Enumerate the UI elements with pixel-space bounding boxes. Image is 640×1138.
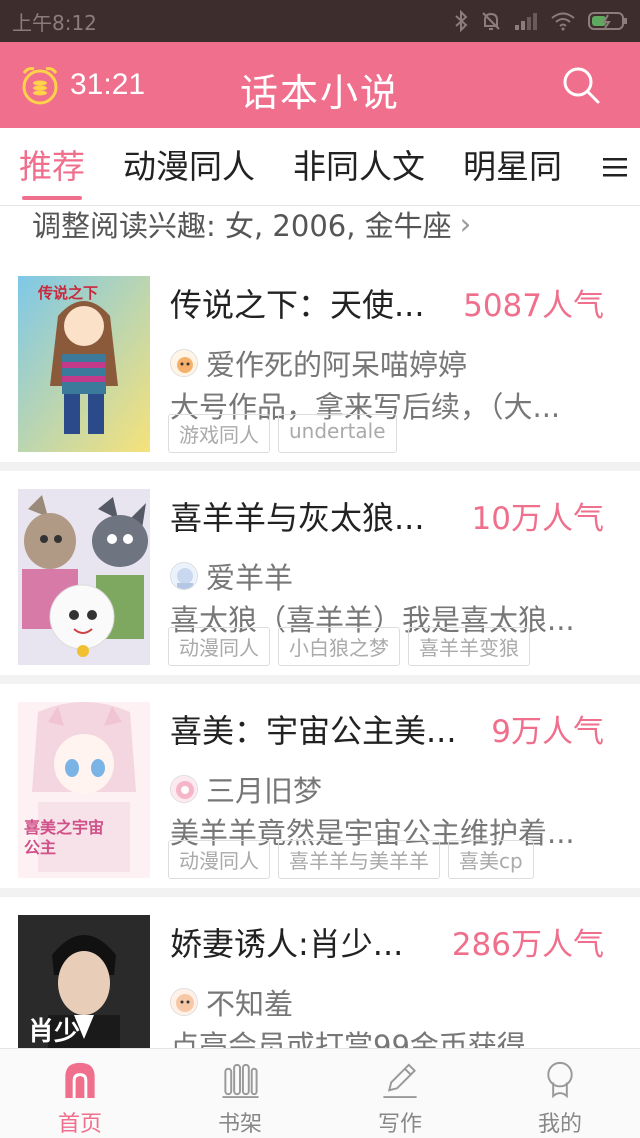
app-title: 话本小说 <box>239 71 400 115</box>
nav-label: 我的 <box>537 1112 582 1137</box>
book-tag[interactable]: 动漫同人 <box>168 627 270 666</box>
menu-icon <box>603 158 627 177</box>
status-time: 上午8:12 <box>12 10 97 35</box>
nav-label: 写作 <box>377 1112 422 1137</box>
nav-label: 首页 <box>57 1112 102 1137</box>
book-tag[interactable]: undertale <box>278 414 397 453</box>
cover-title: 传说之下 <box>38 284 99 302</box>
book-author[interactable]: 不知羞 <box>170 981 293 1023</box>
avatar <box>170 562 198 590</box>
book-tag[interactable]: 喜美cp <box>448 840 534 879</box>
book-item[interactable]: 喜羊羊与灰太狼... 10万人气 爱羊羊 喜太狼（喜羊羊）我是喜太狼... 动漫… <box>0 471 640 684</box>
author-name: 爱作死的阿呆喵婷婷 <box>206 348 468 382</box>
book-popularity: 9万人气 <box>491 714 604 750</box>
pencil-icon <box>383 1063 417 1099</box>
author-name: 爱羊羊 <box>206 561 294 595</box>
tab-celebrity[interactable]: 明星同 <box>444 128 581 205</box>
tab-recommend[interactable]: 推荐 <box>0 128 104 205</box>
avatar <box>170 349 198 377</box>
book-cover[interactable]: 传说之下 <box>18 276 150 452</box>
app-header: 31:21 话本小说 <box>0 42 640 128</box>
author-name: 三月旧梦 <box>206 774 323 808</box>
battery-icon <box>588 12 627 30</box>
bottom-nav: 首页 书架 写作 我的 <box>0 1048 640 1138</box>
author-name: 不知羞 <box>206 987 294 1021</box>
book-tag[interactable]: 喜羊羊变狼 <box>408 627 530 666</box>
nav-label: 书架 <box>217 1112 262 1137</box>
home-icon <box>65 1062 95 1099</box>
nav-profile[interactable]: 我的 <box>480 1049 640 1138</box>
profile-icon <box>547 1061 573 1099</box>
status-bar: 上午8:12 <box>0 0 640 42</box>
nav-home[interactable]: 首页 <box>0 1049 160 1138</box>
status-icons <box>454 10 628 32</box>
book-cover[interactable]: 喜美之宇宙公主 <box>18 702 150 878</box>
category-tabs: 推荐 动漫同人 非同人文 明星同 <box>0 128 640 206</box>
book-author[interactable]: 三月旧梦 <box>170 768 322 810</box>
tabs-menu-button[interactable] <box>590 128 640 205</box>
wifi-icon <box>551 12 575 31</box>
book-tag[interactable]: 小白狼之梦 <box>278 627 400 666</box>
search-icon[interactable] <box>560 64 602 106</box>
book-cover[interactable] <box>18 489 150 665</box>
book-list: 传说之下 传说之下：天使... 5087人气 爱作死的阿呆喵婷婷 大号作品，拿来… <box>0 258 640 1110</box>
mute-icon <box>482 12 500 30</box>
book-tags: 动漫同人 喜羊羊与美羊羊 喜美cp <box>168 840 534 879</box>
nav-write[interactable]: 写作 <box>320 1049 480 1138</box>
avatar <box>170 988 198 1016</box>
tab-original[interactable]: 非同人文 <box>274 128 444 205</box>
book-title[interactable]: 喜美：宇宙公主美... <box>170 706 457 752</box>
book-item[interactable]: 喜美之宇宙公主 喜美：宇宙公主美... 9万人气 三月旧梦 美羊羊竟然是宇宙公主… <box>0 684 640 897</box>
nav-bookshelf[interactable]: 书架 <box>160 1049 320 1138</box>
interest-adjust-link[interactable]: 调整阅读兴趣: 女, 2006, 金牛座 › <box>32 203 471 245</box>
book-tag[interactable]: 喜羊羊与美羊羊 <box>278 840 440 879</box>
cover-title: 喜美之宇宙公主 <box>24 818 105 857</box>
avatar <box>170 775 198 803</box>
book-popularity: 5087人气 <box>463 288 604 324</box>
interest-text: 调整阅读兴趣: 女, 2006, 金牛座 <box>32 209 452 243</box>
book-title[interactable]: 传说之下：天使... <box>170 280 425 326</box>
book-popularity: 10万人气 <box>471 501 604 537</box>
bluetooth-icon <box>455 10 468 32</box>
book-tag[interactable]: 游戏同人 <box>168 414 270 453</box>
chevron-right-icon: › <box>459 207 472 241</box>
book-author[interactable]: 爱作死的阿呆喵婷婷 <box>170 342 467 384</box>
book-item[interactable]: 传说之下 传说之下：天使... 5087人气 爱作死的阿呆喵婷婷 大号作品，拿来… <box>0 258 640 471</box>
cover-title: 肖少 <box>28 1017 81 1047</box>
book-popularity: 286万人气 <box>451 927 604 963</box>
book-tag[interactable]: 动漫同人 <box>168 840 270 879</box>
signal-icon <box>515 13 537 30</box>
bookshelf-icon <box>222 1063 259 1099</box>
book-tags: 游戏同人 undertale <box>168 414 397 453</box>
book-tags: 动漫同人 小白狼之梦 喜羊羊变狼 <box>168 627 530 666</box>
book-author[interactable]: 爱羊羊 <box>170 555 293 597</box>
tab-anime-fanfic[interactable]: 动漫同人 <box>104 128 274 205</box>
book-title[interactable]: 喜羊羊与灰太狼... <box>170 493 425 539</box>
book-title[interactable]: 娇妻诱人:肖少... <box>170 919 403 965</box>
